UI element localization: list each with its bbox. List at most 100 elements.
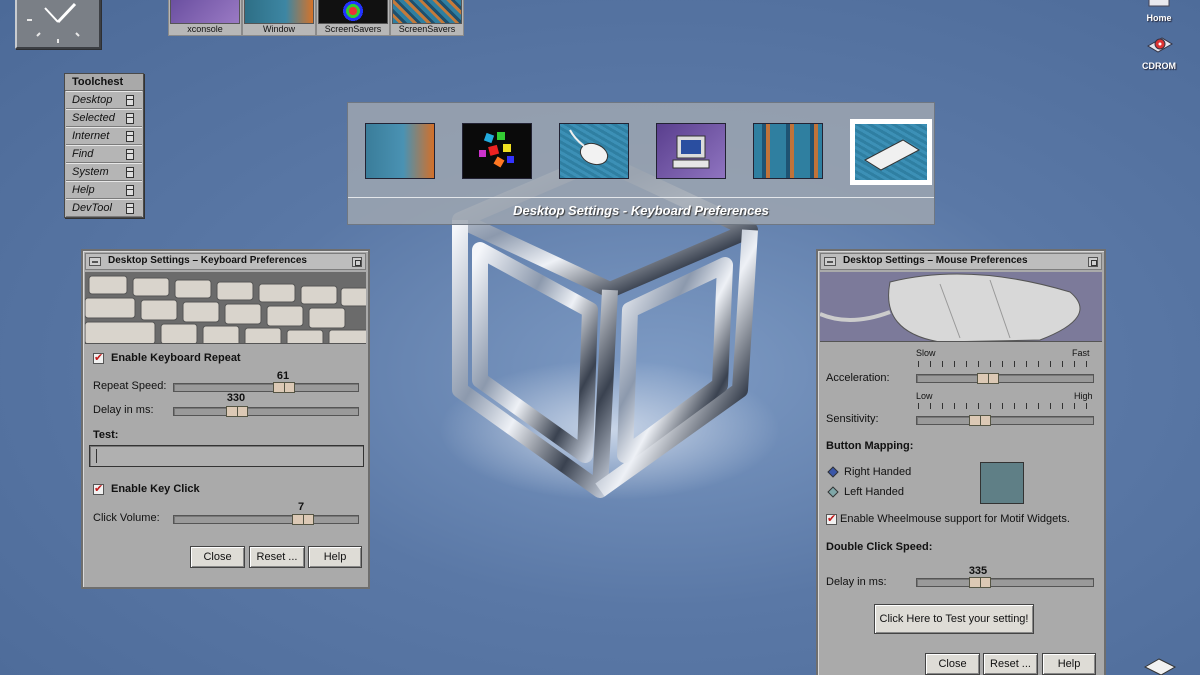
cascade-icon [126,185,134,196]
cascade-icon [126,203,134,214]
slider-thumb[interactable] [969,415,991,426]
checkbox-label: Enable Key Click [111,483,200,495]
screensaver-settings-icon[interactable] [462,123,532,179]
desktop-icon-cdrom[interactable]: CDROM [1137,32,1181,71]
toolchest-menu: Toolchest Desktop Selected Internet Find… [64,73,144,218]
home-icon [1148,0,1170,7]
acceleration-slider[interactable] [916,373,1094,384]
checkbox-check-icon [826,512,837,525]
keyboard-settings-icon[interactable] [850,119,932,185]
window-titlebar[interactable]: Desktop Settings – Keyboard Preferences [85,253,366,270]
desktop-icon-partial[interactable] [1138,655,1182,675]
strip-item-screensavers[interactable]: ScreenSavers [316,0,390,36]
checkbox-check-icon [93,351,104,364]
double-click-slider[interactable] [916,577,1094,588]
delay-slider[interactable] [173,406,359,417]
enable-key-click-checkbox[interactable]: Enable Key Click [93,482,200,495]
slider-thumb[interactable] [226,406,248,417]
toolchest-item-devtool[interactable]: DevTool [66,199,142,217]
right-handed-radio[interactable]: Right Handed [826,466,911,478]
enable-keyboard-repeat-checkbox[interactable]: Enable Keyboard Repeat [93,351,241,364]
checkbox-label: Enable Wheelmouse support for Motif Widg… [840,513,1070,525]
desktop-settings-panel: Desktop Settings - Keyboard Preferences [347,102,935,225]
toolchest-item-label: Internet [72,130,110,142]
toolchest-item-system[interactable]: System [66,163,142,181]
repeat-speed-value: 61 [276,370,290,382]
keyboard-icon [1143,658,1177,675]
test-input[interactable] [89,445,364,467]
reset-button[interactable]: Reset ... [983,653,1038,675]
window-titlebar[interactable]: Desktop Settings – Mouse Preferences [820,253,1102,270]
repeat-speed-slider[interactable] [173,382,359,393]
reset-button[interactable]: Reset ... [249,546,305,568]
delay-value: 330 [226,392,246,404]
settings-thumbnails [365,119,932,185]
strip-item-screensavers-2[interactable]: ScreenSavers [390,0,464,36]
keyboard-icon [863,139,921,171]
panel-caption: Desktop Settings - Keyboard Preferences [513,203,769,218]
maximize-icon[interactable] [352,257,362,267]
test-label: Test: [93,429,119,441]
checkbox-check-icon [93,482,104,495]
mouse-banner-image [820,272,1102,342]
sensitivity-slider[interactable] [916,415,1094,426]
click-volume-slider[interactable] [173,514,359,525]
toolchest-title: Toolchest [65,74,143,91]
radio-unselected-icon [827,486,839,498]
window-icon [244,0,314,24]
mouse-preferences-window: Desktop Settings – Mouse Preferences Slo… [816,249,1106,675]
toolchest-item-label: Desktop [72,94,113,106]
toolchest-item-label: System [72,166,109,178]
close-button[interactable]: Close [190,546,245,568]
close-button[interactable]: Close [925,653,980,675]
strip-item-window[interactable]: Window [242,0,316,36]
slider-thumb[interactable] [977,373,999,384]
test-setting-button[interactable]: Click Here to Test your setting! [874,604,1034,634]
delay-label: Delay in ms: [93,404,154,416]
monitor-icon [672,135,710,169]
clock-widget[interactable] [15,0,101,49]
keyboard-icon [170,0,240,24]
slider-thumb[interactable] [969,577,991,588]
double-click-heading: Double Click Speed: [826,541,933,553]
radio-label: Right Handed [844,466,912,478]
background-settings-icon[interactable] [753,123,823,179]
sensitivity-min-label: Low [916,391,933,401]
wheelmouse-checkbox[interactable]: Enable Wheelmouse support for Motif Widg… [826,512,1070,525]
window-menu-icon[interactable] [824,257,836,266]
window-settings-icon[interactable] [365,123,435,179]
radio-label: Left Handed [844,486,904,498]
color-squares-icon [479,132,514,168]
double-click-value: 335 [968,565,988,577]
pattern-icon [392,0,462,24]
strip-item-label: Window [262,24,295,34]
window-menu-icon[interactable] [89,257,101,266]
repeat-speed-label: Repeat Speed: [93,380,167,392]
window-title: Desktop Settings – Mouse Preferences [843,255,1028,266]
toolchest-item-selected[interactable]: Selected [66,109,142,127]
mouse-settings-icon[interactable] [559,123,629,179]
radio-selected-icon [827,466,839,478]
text-caret-icon [96,449,97,463]
window-title: Desktop Settings – Keyboard Preferences [108,255,307,266]
toolchest-item-label: DevTool [72,202,112,214]
strip-item-xconsole[interactable]: xconsole [168,0,242,36]
toolchest-item-label: Find [72,148,94,160]
slider-thumb[interactable] [273,382,295,393]
left-handed-radio[interactable]: Left Handed [826,486,904,498]
toolchest-item-desktop[interactable]: Desktop [66,91,142,109]
maximize-icon[interactable] [1088,257,1098,267]
acceleration-label: Acceleration: [826,372,890,384]
toolchest-item-find[interactable]: Find [66,145,142,163]
cascade-icon [126,131,134,142]
help-button[interactable]: Help [1042,653,1096,675]
slider-thumb[interactable] [292,514,314,525]
mouse-button-swatch[interactable] [980,462,1024,504]
click-volume-label: Click Volume: [93,512,160,524]
display-settings-icon[interactable] [656,123,726,179]
desktop-icon-home[interactable]: Home [1137,0,1181,23]
toolchest-item-help[interactable]: Help [66,181,142,199]
acceleration-min-label: Slow [916,348,936,358]
toolchest-item-internet[interactable]: Internet [66,127,142,145]
help-button[interactable]: Help [308,546,362,568]
